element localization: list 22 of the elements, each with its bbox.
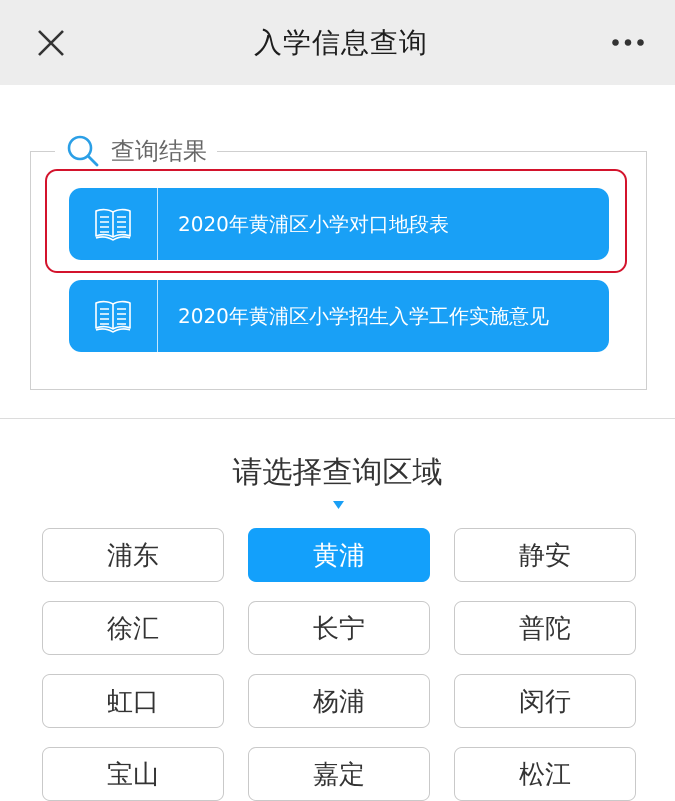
district-button[interactable]: 闵行 <box>454 674 636 728</box>
district-button[interactable]: 浦东 <box>42 528 224 582</box>
district-button[interactable]: 嘉定 <box>248 747 430 801</box>
district-button[interactable]: 宝山 <box>42 747 224 801</box>
close-button[interactable] <box>38 30 64 56</box>
search-icon <box>67 135 99 167</box>
district-heading: 请选择查询区域 <box>232 455 444 491</box>
district-button[interactable]: 杨浦 <box>248 674 430 728</box>
page-title: 入学信息查询 <box>254 24 428 60</box>
more-button[interactable] <box>612 39 644 46</box>
district-button[interactable]: 徐汇 <box>42 601 224 655</box>
district-button[interactable]: 松江 <box>454 747 636 801</box>
more-icon <box>612 39 644 46</box>
district-button[interactable]: 虹口 <box>42 674 224 728</box>
book-icon <box>94 207 132 241</box>
caret-down-icon <box>333 501 344 509</box>
close-icon <box>38 30 64 56</box>
district-button[interactable]: 长宁 <box>248 601 430 655</box>
book-icon <box>94 299 132 333</box>
district-button[interactable]: 普陀 <box>454 601 636 655</box>
district-button[interactable]: 静安 <box>454 528 636 582</box>
results-legend: 查询结果 <box>111 135 207 167</box>
